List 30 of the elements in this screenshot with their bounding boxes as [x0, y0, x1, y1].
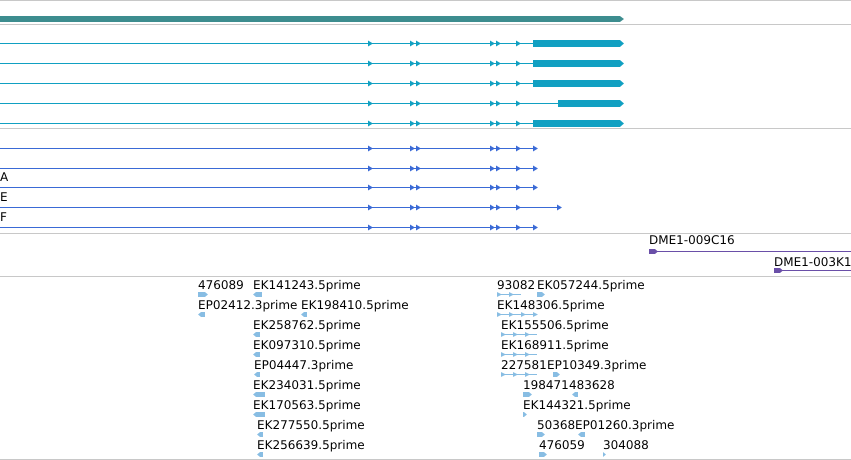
est-label: EK277550.5prime	[257, 418, 365, 432]
transcript-label: E	[0, 190, 8, 204]
est-label: 50368	[537, 418, 576, 432]
clone-label: DME1-009C16	[649, 233, 735, 247]
est-label: EK141243.5prime	[253, 278, 361, 292]
est-label: EK170563.5prime	[253, 398, 361, 412]
est-label: EP10349.3prime	[547, 358, 646, 372]
est-label: 476059	[539, 438, 585, 452]
est-label: EP01260.3prime	[575, 418, 674, 432]
est-label: EK198410.5prime	[301, 298, 409, 312]
est-label: EK258762.5prime	[253, 318, 361, 332]
est-label: EP02412.3prime	[198, 298, 298, 312]
est-label: EK057244.5prime	[537, 278, 645, 292]
est-label: EK155506.5prime	[501, 318, 609, 332]
est-label: EK144321.5prime	[523, 398, 631, 412]
est-label: 198471	[523, 378, 569, 392]
est-label: 227581	[501, 358, 547, 372]
est-label: EK256639.5prime	[257, 438, 365, 452]
clone-label: DME1-003K1	[774, 255, 851, 269]
est-label: 304088	[603, 438, 649, 452]
est-label: EK097310.5prime	[253, 338, 361, 352]
est-label: 93082	[497, 278, 536, 292]
transcript-label: F	[0, 210, 7, 224]
est-label: EP04447.3prime	[254, 358, 354, 372]
est-label: 483628	[569, 378, 615, 392]
est-label: EK148306.5prime	[497, 298, 605, 312]
est-label: EK234031.5prime	[253, 378, 361, 392]
transcript-label: A	[0, 170, 8, 184]
est-label: EK168911.5prime	[501, 338, 609, 352]
est-label: 476089	[198, 278, 244, 292]
